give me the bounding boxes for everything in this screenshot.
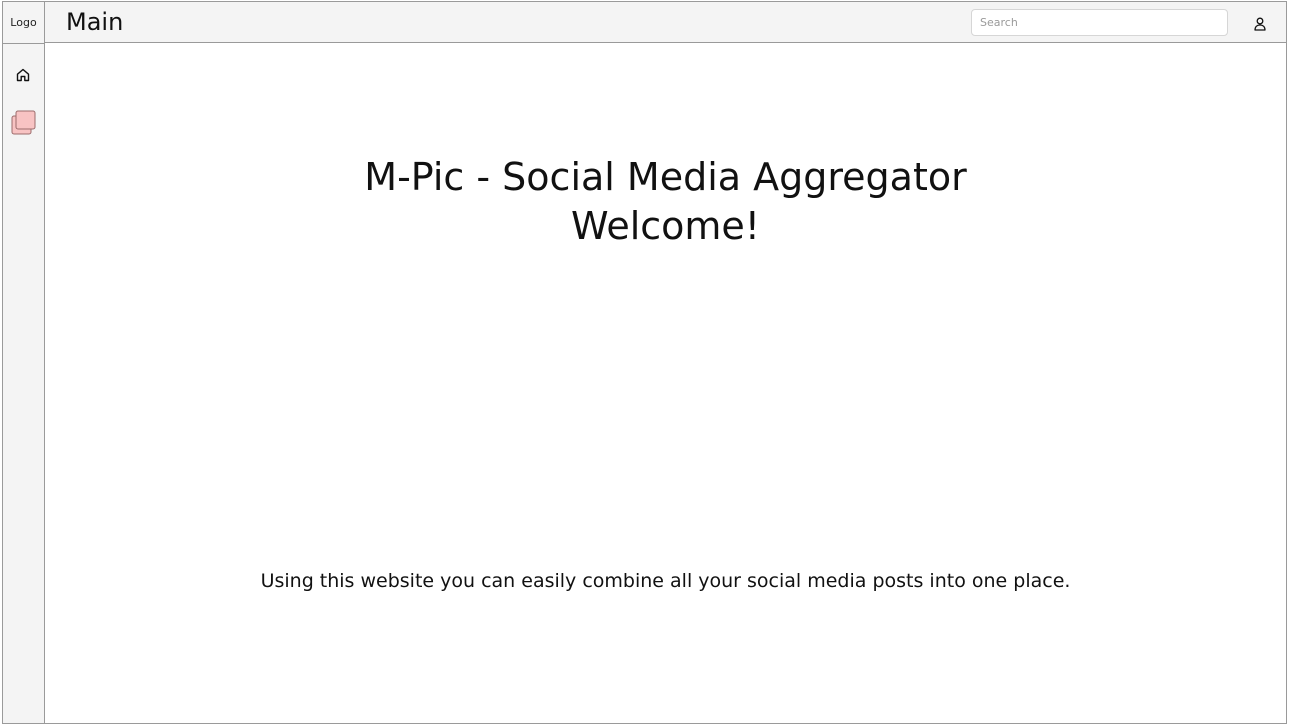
pages-icon bbox=[11, 110, 36, 135]
app-window: Logo Main M-Pic - Social Media Aggregato… bbox=[2, 1, 1287, 724]
pages-nav-button[interactable] bbox=[10, 109, 38, 137]
search-input[interactable] bbox=[971, 9, 1228, 36]
welcome-heading: M-Pic - Social Media Aggregator Welcome! bbox=[45, 153, 1286, 251]
user-icon bbox=[1254, 17, 1266, 31]
user-profile-button[interactable] bbox=[1252, 16, 1268, 32]
description-text: Using this website you can easily combin… bbox=[260, 570, 1071, 592]
top-header: Main bbox=[45, 2, 1286, 43]
heading-line-2: Welcome! bbox=[570, 204, 761, 248]
page-title: Main bbox=[66, 8, 124, 36]
logo: Logo bbox=[3, 2, 44, 44]
home-icon bbox=[16, 68, 30, 82]
main-content: M-Pic - Social Media Aggregator Welcome!… bbox=[45, 43, 1286, 723]
home-nav-button[interactable] bbox=[14, 66, 32, 84]
sidebar: Logo bbox=[3, 2, 45, 723]
heading-line-1: M-Pic - Social Media Aggregator bbox=[364, 155, 967, 199]
